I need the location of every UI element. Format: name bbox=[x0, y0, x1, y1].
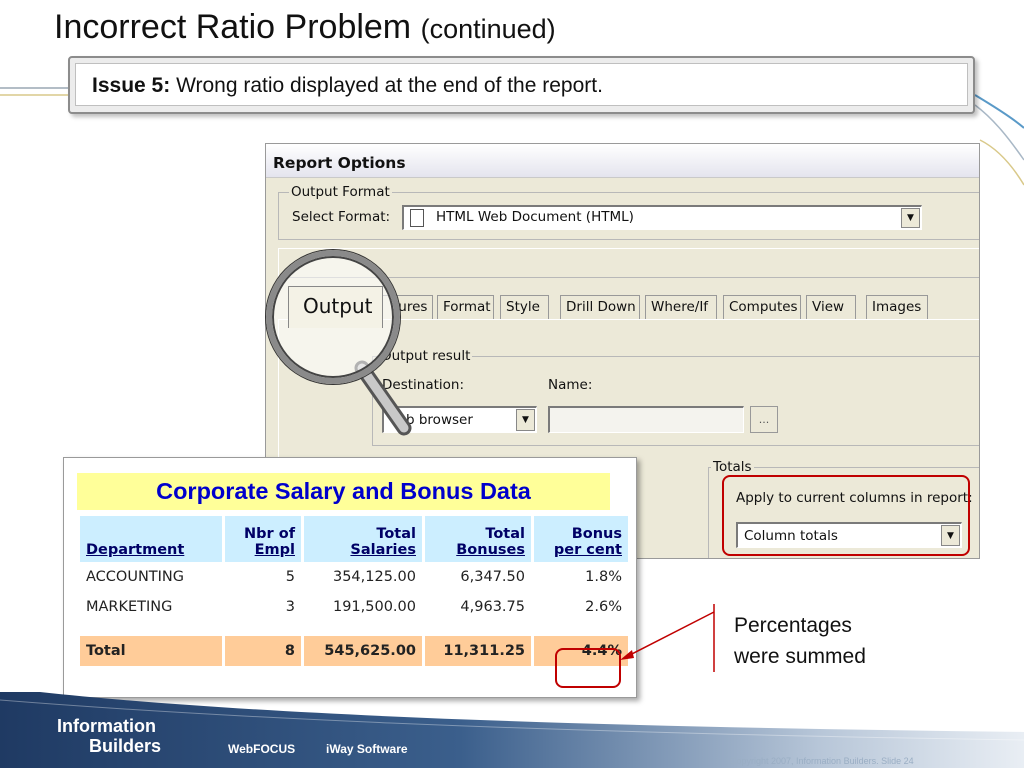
annotation-text: Percentages were summed bbox=[734, 610, 866, 672]
information-builders-logo: Information Builders bbox=[57, 717, 161, 755]
annotation-arrow bbox=[620, 604, 715, 672]
logo-line2: Builders bbox=[89, 736, 162, 756]
annotation-line1: Percentages bbox=[734, 614, 852, 637]
brand-iway: iWay Software bbox=[326, 742, 408, 756]
annotation-line2: were summed bbox=[734, 645, 866, 668]
brand-webfocus: WebFOCUS bbox=[228, 742, 296, 756]
logo-line1: Information bbox=[57, 716, 156, 736]
copyright-text: Copyright 2007, Information Builders. Sl… bbox=[730, 756, 914, 766]
